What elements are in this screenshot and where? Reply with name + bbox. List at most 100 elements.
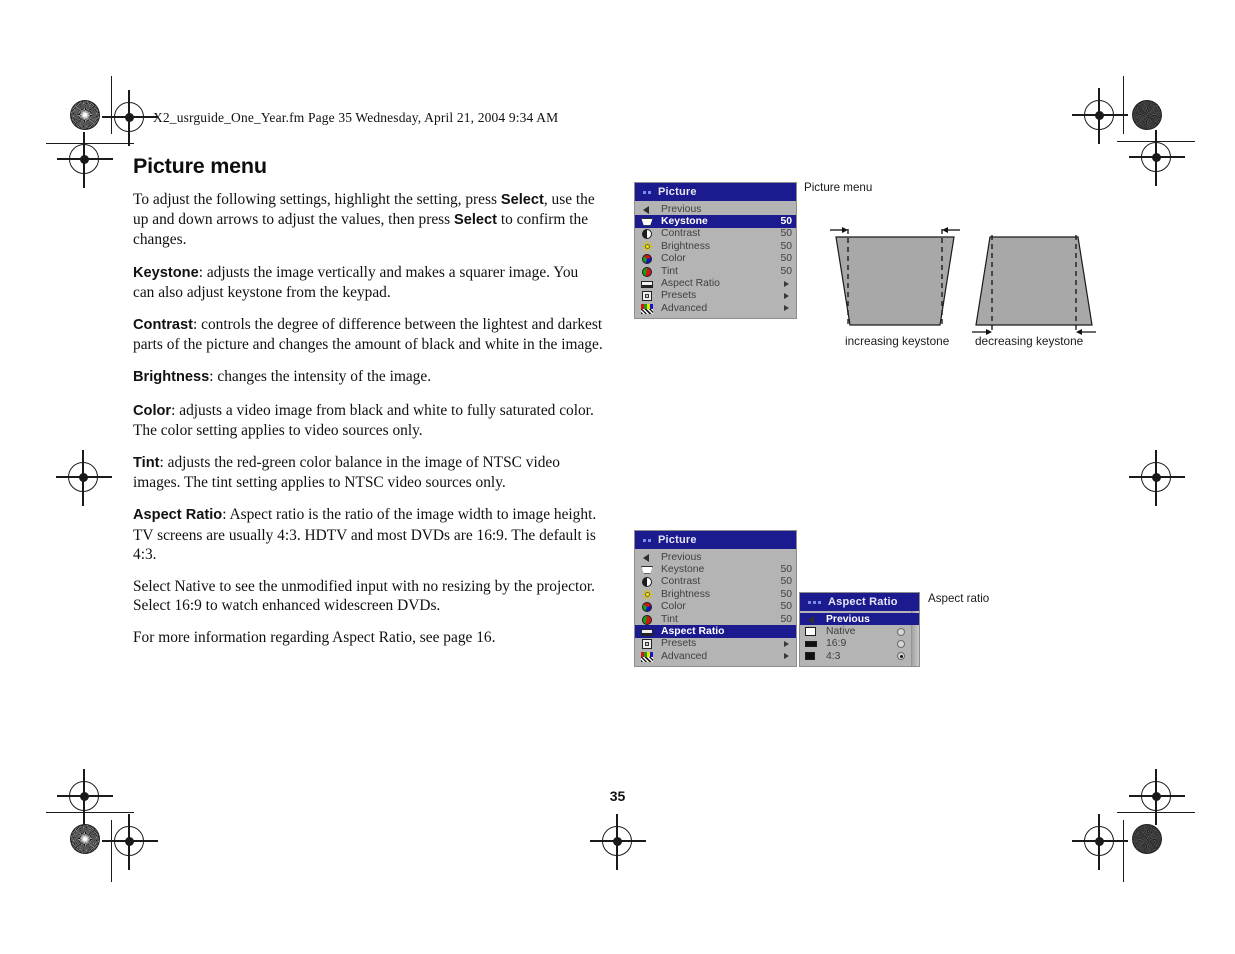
- aspect-ratio-icon: [640, 278, 654, 289]
- osd-row-brightness[interactable]: Brightness 50: [635, 240, 796, 253]
- aspect-option-native[interactable]: Native: [800, 625, 919, 637]
- submenu-chevron-icon: [784, 292, 789, 299]
- term-color: Color: [133, 402, 172, 419]
- keystone-diagram: [818, 215, 1108, 340]
- osd-row-previous[interactable]: Previous: [635, 203, 796, 215]
- caption-increasing-keystone: increasing keystone: [845, 334, 950, 348]
- osd-row-label: Contrast: [661, 228, 701, 240]
- aspect-option-label: 4:3: [826, 650, 841, 662]
- registration-target-top-right: [1072, 88, 1128, 144]
- osd-row-label: Tint: [661, 613, 678, 625]
- aspect-option-label: Native: [826, 626, 856, 638]
- osd-row-aspect-ratio[interactable]: Aspect Ratio: [635, 277, 796, 289]
- paragraph-intro: To adjust the following settings, highli…: [133, 190, 603, 250]
- registration-target-bottom-center: [590, 814, 646, 870]
- paragraph-color: Color: adjusts a video image from black …: [133, 401, 603, 440]
- paragraph-aspect-ratio: Aspect Ratio: Aspect ratio is the ratio …: [133, 505, 603, 564]
- osd-row-keystone[interactable]: Keystone 50: [635, 563, 796, 575]
- keystone-diagram-svg: [830, 227, 1096, 335]
- aspect-option-radio[interactable]: [897, 652, 905, 661]
- presets-icon: [640, 290, 654, 302]
- osd-row-previous[interactable]: Previous: [800, 613, 919, 626]
- osd-row-value: 50: [780, 576, 792, 588]
- osd-aspect-ratio-submenu[interactable]: Aspect Ratio Previous Native 16:9 4:3: [799, 592, 920, 667]
- osd-row-tint[interactable]: Tint 50: [635, 265, 796, 277]
- aspect-option-4-3[interactable]: 4:3: [800, 650, 919, 662]
- osd-row-label: Contrast: [661, 576, 701, 588]
- registration-target-bottom-left: [102, 814, 158, 870]
- osd-row-previous[interactable]: Previous: [635, 551, 796, 563]
- osd-row-list: Previous Native 16:9 4:3: [800, 611, 919, 666]
- osd-row-value: 50: [780, 216, 792, 228]
- aspect-option-radio[interactable]: [897, 627, 905, 636]
- osd-row-keystone[interactable]: Keystone 50: [635, 215, 796, 228]
- registration-target-mid-right: [1129, 450, 1185, 506]
- osd-row-advanced[interactable]: Advanced: [635, 302, 796, 314]
- aspect-option-16-9[interactable]: 16:9: [800, 638, 919, 650]
- aspect-swatch-w43-icon: [805, 651, 819, 662]
- osd-title-bar: Aspect Ratio: [800, 593, 919, 611]
- osd-row-contrast[interactable]: Contrast 50: [635, 228, 796, 240]
- osd-row-tint[interactable]: Tint 50: [635, 613, 796, 625]
- term-aspect-ratio: Aspect Ratio: [133, 507, 223, 524]
- osd-row-advanced[interactable]: Advanced: [635, 650, 796, 662]
- page-number: 35: [609, 788, 626, 804]
- paragraph-tint-text: : adjusts the red-green color balance in…: [133, 454, 560, 492]
- osd-title-label: Aspect Ratio: [828, 596, 898, 608]
- osd-row-label: Color: [661, 253, 686, 265]
- crop-rule-top-right-vertical: [1123, 76, 1125, 134]
- tint-icon: [640, 266, 654, 277]
- osd-picture-menu-top[interactable]: Picture Previous Keystone 50 Contrast 50 Brig…: [634, 182, 797, 319]
- osd-row-list: Previous Keystone 50 Contrast 50 Brightness 50…: [635, 201, 796, 318]
- contrast-icon: [640, 228, 654, 240]
- aspect-option-label: 16:9: [826, 638, 847, 650]
- aspect-swatch-w169-icon: [805, 638, 819, 649]
- brightness-icon: [640, 589, 654, 601]
- osd-row-presets[interactable]: Presets: [635, 290, 796, 302]
- aspect-option-radio[interactable]: [897, 639, 905, 648]
- osd-title-bar: Picture: [635, 531, 796, 549]
- osd-picture-menu-bottom[interactable]: Picture Previous Keystone 50 Contrast 50 Brig…: [634, 530, 797, 667]
- submenu-chevron-icon: [784, 280, 789, 287]
- registration-target-top-left: [102, 90, 158, 146]
- term-tint: Tint: [133, 455, 160, 472]
- crop-rule-upper-left: [46, 143, 134, 145]
- osd-row-list: Previous Keystone 50 Contrast 50 Brightness 50…: [635, 549, 796, 666]
- osd-row-value: 50: [780, 265, 792, 277]
- osd-row-color[interactable]: Color 50: [635, 253, 796, 265]
- osd-row-label: Advanced: [661, 650, 708, 662]
- paragraph-contrast: Contrast: controls the degree of differe…: [133, 315, 603, 354]
- osd-row-aspect-ratio[interactable]: Aspect Ratio: [635, 625, 796, 638]
- osd-row-label: Aspect Ratio: [661, 278, 720, 290]
- osd-row-color[interactable]: Color 50: [635, 601, 796, 613]
- document-header-line: X2_usrguide_One_Year.fm Page 35 Wednesda…: [153, 110, 559, 125]
- brightness-icon: [640, 241, 654, 253]
- callout-aspect-ratio: Aspect ratio: [928, 592, 990, 605]
- osd-row-brightness[interactable]: Brightness 50: [635, 588, 796, 601]
- osd-row-label: Previous: [661, 551, 702, 563]
- crop-rule-bottom-left-vertical: [111, 820, 113, 882]
- term-brightness: Brightness: [133, 369, 210, 386]
- crop-rule-bottom-right-vertical: [1123, 820, 1125, 882]
- previous-arrow-icon: [640, 204, 654, 215]
- bold-select-2: Select: [454, 212, 498, 229]
- previous-arrow-icon: [640, 552, 654, 563]
- paragraph-intro-part1: To adjust the following settings, highli…: [133, 191, 501, 208]
- main-text-column: Picture menu To adjust the following set…: [133, 154, 603, 661]
- osd-row-label: Brightness: [661, 588, 711, 600]
- osd-row-label: Keystone: [661, 564, 705, 576]
- tint-icon: [640, 614, 654, 625]
- osd-row-contrast[interactable]: Contrast 50: [635, 576, 796, 588]
- submenu-chevron-icon: [784, 653, 789, 660]
- osd-row-presets[interactable]: Presets: [635, 638, 796, 650]
- osd-row-label: Aspect Ratio: [661, 626, 725, 638]
- paragraph-keystone-text: : adjusts the image vertically and makes…: [133, 263, 579, 301]
- osd-title-label: Picture: [658, 186, 697, 198]
- crop-rule-lower-right: [1117, 812, 1195, 814]
- osd-row-label: Advanced: [661, 302, 708, 314]
- increasing-keystone-arrow-right-head: [942, 227, 948, 233]
- osd-row-value: 50: [780, 253, 792, 265]
- osd-row-value: 50: [780, 240, 792, 252]
- registration-halftone-top-right: [1132, 100, 1162, 130]
- term-keystone: Keystone: [133, 264, 199, 281]
